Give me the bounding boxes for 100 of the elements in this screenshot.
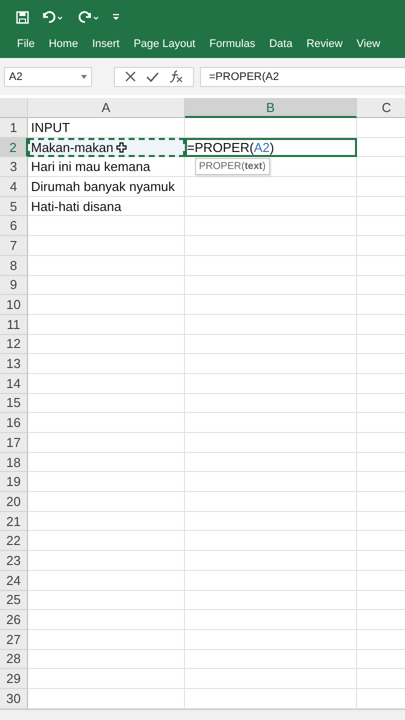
- table-cell[interactable]: [185, 650, 357, 670]
- column-header[interactable]: C: [357, 98, 405, 118]
- row-header[interactable]: 4: [0, 177, 28, 197]
- table-cell[interactable]: [185, 512, 357, 532]
- ribbon-tab[interactable]: Data: [269, 33, 292, 55]
- table-cell[interactable]: [28, 551, 185, 571]
- table-cell[interactable]: [185, 295, 357, 315]
- table-cell[interactable]: [185, 531, 357, 552]
- row-header[interactable]: 14: [0, 374, 28, 394]
- table-cell[interactable]: [185, 276, 357, 296]
- row-header[interactable]: 1: [0, 118, 28, 138]
- row-header[interactable]: 18: [0, 452, 28, 472]
- table-cell[interactable]: [185, 669, 357, 689]
- redo-icon[interactable]: [77, 10, 101, 24]
- table-cell[interactable]: [28, 295, 185, 315]
- table-cell[interactable]: [185, 157, 357, 178]
- ribbon-tab[interactable]: Formulas: [209, 33, 256, 55]
- table-cell[interactable]: [28, 492, 185, 512]
- column-header[interactable]: B: [185, 98, 357, 118]
- table-cell[interactable]: [28, 650, 185, 670]
- table-cell[interactable]: [28, 472, 185, 492]
- table-cell[interactable]: [185, 630, 357, 650]
- ribbon-tab[interactable]: Home: [48, 33, 78, 55]
- ribbon-tab[interactable]: Insert: [92, 33, 120, 55]
- function-icon[interactable]: [169, 70, 183, 83]
- row-header[interactable]: 11: [0, 314, 28, 335]
- row-header[interactable]: 26: [0, 610, 28, 630]
- ribbon-tab[interactable]: Review: [306, 33, 343, 55]
- name-box[interactable]: A2: [4, 66, 92, 86]
- table-cell[interactable]: [28, 216, 185, 236]
- row-header[interactable]: 27: [0, 630, 28, 650]
- row-header[interactable]: 10: [0, 295, 28, 315]
- table-cell[interactable]: [28, 276, 185, 296]
- row-header[interactable]: 28: [0, 650, 28, 670]
- row-header[interactable]: 20: [0, 492, 28, 512]
- table-cell[interactable]: [185, 492, 357, 512]
- table-cell[interactable]: [185, 216, 357, 236]
- table-cell[interactable]: [28, 413, 185, 433]
- table-cell[interactable]: [185, 590, 357, 610]
- table-cell[interactable]: [28, 433, 185, 453]
- close-icon[interactable]: [125, 71, 136, 82]
- row-header[interactable]: 22: [0, 531, 28, 552]
- table-cell[interactable]: [185, 236, 357, 256]
- table-cell[interactable]: [185, 314, 357, 335]
- table-cell[interactable]: [28, 354, 185, 374]
- row-header[interactable]: 8: [0, 256, 28, 276]
- row-header[interactable]: 19: [0, 472, 28, 492]
- undo-icon[interactable]: [41, 10, 65, 24]
- row-header[interactable]: 2: [0, 138, 28, 158]
- row-header[interactable]: 6: [0, 216, 28, 236]
- table-cell[interactable]: [28, 314, 185, 335]
- row-header[interactable]: 7: [0, 236, 28, 256]
- table-cell[interactable]: [185, 394, 357, 414]
- table-cell[interactable]: Makan-makan: [28, 138, 185, 158]
- table-cell[interactable]: Hari ini mau kemana: [28, 157, 185, 178]
- row-header[interactable]: 30: [0, 688, 28, 709]
- table-cell[interactable]: [28, 394, 185, 414]
- table-cell[interactable]: [28, 531, 185, 552]
- table-cell[interactable]: [28, 590, 185, 610]
- table-cell[interactable]: [28, 374, 185, 394]
- table-cell[interactable]: [28, 236, 185, 256]
- row-header[interactable]: 5: [0, 196, 28, 216]
- table-cell[interactable]: [185, 472, 357, 492]
- row-header[interactable]: 21: [0, 512, 28, 532]
- column-header[interactable]: A: [28, 98, 185, 118]
- row-header[interactable]: 13: [0, 354, 28, 374]
- table-cell[interactable]: [28, 669, 185, 689]
- table-cell[interactable]: [185, 570, 357, 590]
- row-header[interactable]: 23: [0, 551, 28, 571]
- table-cell[interactable]: [28, 334, 185, 354]
- table-cell[interactable]: [185, 118, 357, 138]
- row-header[interactable]: 17: [0, 433, 28, 453]
- table-cell[interactable]: [185, 413, 357, 433]
- table-cell[interactable]: [185, 334, 357, 354]
- table-cell[interactable]: [185, 196, 357, 216]
- ribbon-tab[interactable]: File: [17, 33, 35, 55]
- table-cell[interactable]: [28, 570, 185, 590]
- ribbon-tab[interactable]: View: [356, 33, 380, 55]
- save-icon[interactable]: [16, 10, 29, 24]
- row-header[interactable]: 12: [0, 334, 28, 354]
- table-cell[interactable]: [28, 512, 185, 532]
- row-header[interactable]: 9: [0, 276, 28, 296]
- table-cell[interactable]: [28, 256, 185, 276]
- table-cell[interactable]: [185, 354, 357, 374]
- row-header[interactable]: 29: [0, 669, 28, 689]
- row-header[interactable]: 16: [0, 413, 28, 433]
- row-header[interactable]: 25: [0, 590, 28, 610]
- table-cell[interactable]: [28, 630, 185, 650]
- formula-field[interactable]: =PROPER(A2: [200, 66, 405, 86]
- table-cell[interactable]: [185, 374, 357, 394]
- row-header[interactable]: 3: [0, 157, 28, 178]
- table-cell[interactable]: [185, 452, 357, 472]
- table-cell[interactable]: [185, 177, 357, 197]
- table-cell[interactable]: [185, 433, 357, 453]
- table-cell[interactable]: [28, 610, 185, 630]
- table-cell[interactable]: Hati-hati disana: [28, 196, 185, 216]
- checkmark-icon[interactable]: [146, 72, 159, 82]
- table-cell[interactable]: [185, 256, 357, 276]
- table-cell[interactable]: [28, 452, 185, 472]
- row-header[interactable]: 15: [0, 394, 28, 414]
